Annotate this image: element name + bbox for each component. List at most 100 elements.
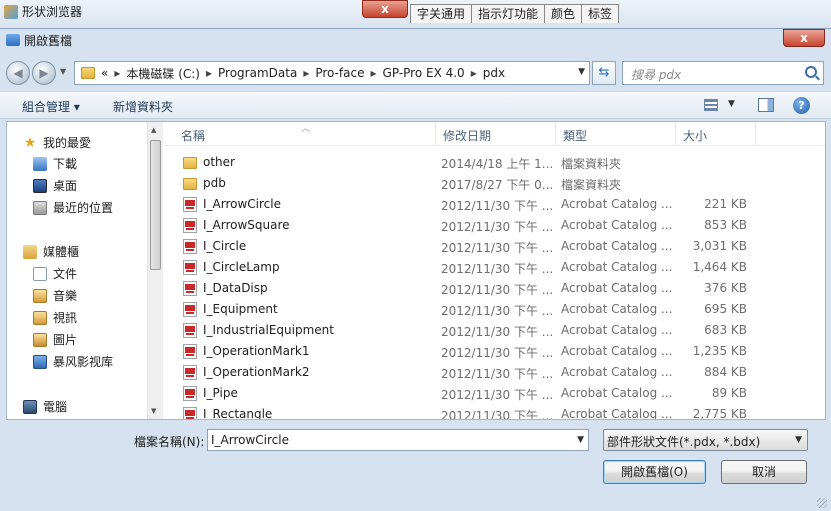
file-size: 1,464 KB	[692, 260, 747, 274]
dialog-footer: 檔案名稱(N): I_ArrowCircle ▼ 部件形狀文件(*.pdx, *…	[0, 423, 831, 511]
background-tab[interactable]: 字关通用	[410, 4, 473, 23]
column-divider[interactable]	[675, 122, 676, 146]
background-close-button[interactable]: x	[362, 0, 408, 18]
file-row[interactable]: I_ArrowSquare 2012/11/30 下午 ... Acrobat …	[163, 215, 803, 236]
nav-favorites[interactable]: ★ 我的最愛	[23, 134, 91, 151]
scroll-down-icon[interactable]: ▼	[151, 407, 156, 415]
chevron-down-icon[interactable]: ▼	[728, 99, 735, 109]
nav-label: 文件	[53, 267, 78, 281]
file-row[interactable]: I_ArrowCircle 2012/11/30 下午 ... Acrobat …	[163, 194, 803, 215]
breadcrumb-item[interactable]: Pro-face	[315, 66, 364, 80]
file-date: 2012/11/30 下午 ...	[441, 409, 553, 419]
nav-libraries[interactable]: 媒體櫃	[23, 243, 79, 260]
search-icon[interactable]	[805, 66, 817, 78]
file-row[interactable]: I_OperationMark2 2012/11/30 下午 ... Acrob…	[163, 362, 803, 383]
nav-desktop[interactable]: 桌面	[33, 177, 77, 194]
back-button[interactable]: ◀	[6, 61, 30, 85]
forward-button[interactable]: ▶	[32, 61, 56, 85]
breadcrumb-separator[interactable]: ▸	[365, 66, 383, 80]
navigation-scrollbar[interactable]: ▲ ▼	[147, 122, 163, 419]
file-row[interactable]: I_Rectangle 2012/11/30 下午 ... Acrobat Ca…	[163, 404, 803, 419]
column-type[interactable]: 類型	[563, 127, 587, 144]
file-row[interactable]: I_Circle 2012/11/30 下午 ... Acrobat Catal…	[163, 236, 803, 257]
nav-label: 下載	[53, 157, 78, 171]
scrollbar-thumb[interactable]	[150, 140, 161, 270]
breadcrumb-overflow[interactable]: «	[101, 66, 108, 80]
nav-label: 最近的位置	[53, 201, 114, 215]
background-tab[interactable]: 指示灯功能	[471, 4, 546, 23]
column-divider[interactable]	[435, 122, 436, 146]
column-divider[interactable]	[755, 122, 756, 146]
nav-pictures[interactable]: 圖片	[33, 331, 77, 348]
file-name: I_ArrowCircle	[203, 197, 281, 211]
file-list: ︿ 名稱 修改日期 類型 大小 other 2014/4/18 上午 1... …	[163, 122, 825, 419]
nav-documents[interactable]: 文件	[33, 265, 77, 282]
new-folder-button[interactable]: 新增資料夾	[113, 98, 173, 115]
background-tab[interactable]: 标签	[581, 4, 620, 23]
breadcrumb-item[interactable]: pdx	[483, 66, 505, 80]
folder-icon	[183, 157, 197, 169]
organize-button[interactable]: 組合管理 ▾	[22, 98, 80, 115]
file-row[interactable]: I_Pipe 2012/11/30 下午 ... Acrobat Catalog…	[163, 383, 803, 404]
refresh-button[interactable]: ⇆	[592, 61, 616, 85]
scroll-up-icon[interactable]: ▲	[151, 126, 156, 134]
open-button[interactable]: 開啟舊檔(O)	[603, 460, 706, 484]
file-row[interactable]: I_OperationMark1 2012/11/30 下午 ... Acrob…	[163, 341, 803, 362]
breadcrumb-item[interactable]: ProgramData	[218, 66, 297, 80]
column-date[interactable]: 修改日期	[443, 127, 491, 144]
file-size: 376 KB	[704, 281, 747, 295]
file-row[interactable]: I_CircleLamp 2012/11/30 下午 ... Acrobat C…	[163, 257, 803, 278]
nav-music[interactable]: 音樂	[33, 287, 77, 304]
file-name: I_ArrowSquare	[203, 218, 290, 232]
breadcrumb-item[interactable]: 本機磁碟 (C:)	[126, 65, 200, 82]
file-date: 2012/11/30 下午 ...	[441, 325, 553, 339]
resize-grip-icon[interactable]	[817, 498, 827, 508]
search-input[interactable]: 搜尋 pdx	[622, 61, 824, 85]
nav-storm-video-library[interactable]: 暴风影视库	[33, 353, 113, 370]
pdx-file-icon	[183, 407, 197, 419]
view-options-icon[interactable]	[704, 99, 718, 111]
file-name: other	[203, 155, 235, 169]
nav-label: 視訊	[53, 311, 78, 325]
documents-icon	[33, 266, 47, 281]
cancel-button[interactable]: 取消	[721, 460, 807, 484]
filename-input[interactable]: I_ArrowCircle ▼	[207, 429, 589, 451]
nav-recent-places[interactable]: 最近的位置	[33, 199, 113, 216]
column-divider[interactable]	[555, 122, 556, 146]
chevron-down-icon[interactable]: ▼	[795, 435, 802, 445]
file-row[interactable]: I_DataDisp 2012/11/30 下午 ... Acrobat Cat…	[163, 278, 803, 299]
video-icon	[33, 310, 47, 325]
breadcrumb-item[interactable]: GP-Pro EX 4.0	[383, 66, 465, 80]
background-tabs: 字关通用 指示灯功能 颜色 标签	[410, 4, 620, 23]
breadcrumb-separator[interactable]: ▸	[200, 66, 218, 80]
address-bar[interactable]: « ▸ 本機磁碟 (C:) ▸ ProgramData ▸ Pro-face ▸…	[74, 61, 590, 85]
breadcrumb-separator[interactable]: ▸	[297, 66, 315, 80]
column-size[interactable]: 大小	[683, 127, 707, 144]
dialog-close-button[interactable]: x	[783, 29, 825, 47]
download-icon	[33, 156, 47, 171]
nav-computer[interactable]: 電腦	[23, 398, 67, 415]
file-row[interactable]: I_IndustrialEquipment 2012/11/30 下午 ... …	[163, 320, 803, 341]
file-type-filter[interactable]: 部件形狀文件(*.pdx, *.bdx) ▼	[603, 429, 808, 451]
chevron-down-icon[interactable]: ▼	[577, 435, 584, 445]
file-size: 695 KB	[704, 302, 747, 316]
background-app-title: 形状浏览器	[4, 3, 82, 20]
recent-pages-dropdown[interactable]: ▼	[60, 67, 66, 76]
file-row[interactable]: other 2014/4/18 上午 1... 檔案資料夾	[163, 152, 803, 173]
pdx-file-icon	[183, 344, 197, 359]
file-row[interactable]: pdb 2017/8/27 下午 0... 檔案資料夾	[163, 173, 803, 194]
breadcrumb-separator[interactable]: ▸	[465, 66, 483, 80]
library-icon	[23, 244, 37, 259]
chevron-down-icon[interactable]: ▼	[578, 67, 585, 77]
background-app-title-text: 形状浏览器	[22, 5, 83, 19]
nav-downloads[interactable]: 下載	[33, 155, 77, 172]
file-row[interactable]: I_Equipment 2012/11/30 下午 ... Acrobat Ca…	[163, 299, 803, 320]
column-name[interactable]: 名稱	[181, 127, 205, 144]
background-tab[interactable]: 颜色	[544, 4, 583, 23]
breadcrumb-separator[interactable]: ▸	[108, 66, 126, 80]
media-library-icon	[33, 354, 47, 369]
help-icon[interactable]: ?	[793, 97, 810, 114]
nav-videos[interactable]: 視訊	[33, 309, 77, 326]
folder-icon	[183, 178, 197, 190]
preview-pane-icon[interactable]	[758, 98, 774, 112]
